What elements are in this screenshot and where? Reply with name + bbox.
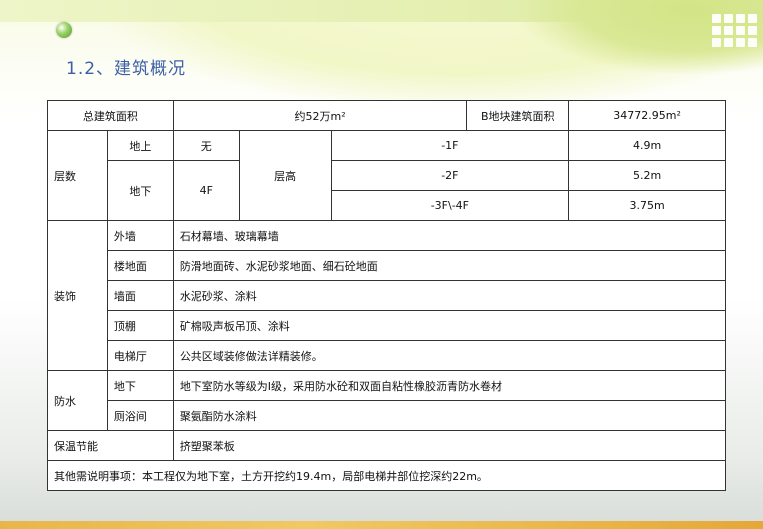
table-row: 电梯厅 公共区域装修做法详精装修。 [48, 340, 727, 371]
below-ground-value: 4F [172, 160, 240, 221]
table-row: 顶棚 矿棉吸声板吊顶、涂料 [48, 310, 727, 341]
b-area-value: 34772.95m² [568, 100, 726, 131]
bottom-bar [0, 521, 763, 529]
table-row: 总建筑面积 约52万m² B地块建筑面积 34772.95m² [47, 100, 726, 131]
total-area-label: 总建筑面积 [47, 100, 174, 131]
table-row: 地下 4F -2F 5.2m [48, 160, 726, 221]
table-row: 楼地面 防滑地面砖、水泥砂浆地面、细石砼地面 [48, 250, 727, 281]
decoration-desc: 矿棉吸声板吊顶、涂料 [172, 310, 727, 341]
table-row: 其他需说明事项：本工程仅为地下室，土方开挖约19.4m，局部电梯井部位挖深约22… [47, 460, 726, 491]
insulation-value: 挤塑聚苯板 [172, 430, 727, 461]
floor-level: -2F [330, 160, 570, 191]
green-ball-icon [56, 22, 72, 38]
floor-height-value: 3.75m [568, 190, 726, 221]
above-ground-label: 地上 [106, 130, 174, 161]
decoration-part: 楼地面 [106, 250, 174, 281]
floor-height-label: 层高 [238, 130, 332, 221]
decoration-part: 墙面 [106, 280, 174, 311]
waterproof-label: 防水 [47, 370, 108, 431]
waterproof-part: 厕浴间 [106, 400, 174, 431]
decoration-desc: 石材幕墙、玻璃幕墙 [172, 220, 727, 251]
building-overview-table: 总建筑面积 约52万m² B地块建筑面积 34772.95m² 层数 地上 无 … [47, 100, 727, 491]
waterproof-desc: 聚氨酯防水涂料 [172, 400, 727, 431]
decoration-part: 顶棚 [106, 310, 174, 341]
floor-height-value: 4.9m [568, 130, 726, 161]
table-row: 防水 地下 地下室防水等级为I级，采用防水砼和双面自粘性橡胶沥青防水卷材 [47, 370, 727, 431]
decoration-part: 电梯厅 [106, 340, 174, 371]
decoration-desc: 水泥砂浆、涂料 [172, 280, 727, 311]
floors-label: 层数 [47, 130, 108, 221]
floor-level: -3F\-4F [330, 190, 570, 221]
waterproof-part: 地下 [106, 370, 174, 401]
total-area-value: 约52万m² [172, 100, 468, 131]
table-row: 墙面 水泥砂浆、涂料 [48, 280, 727, 311]
decoration-desc: 防滑地面砖、水泥砂浆地面、细石砼地面 [172, 250, 727, 281]
decoration-part: 外墙 [106, 220, 174, 251]
waterproof-desc: 地下室防水等级为I级，采用防水砼和双面自粘性橡胶沥青防水卷材 [172, 370, 727, 401]
decoration-label: 装饰 [47, 220, 108, 371]
page-title: 1.2、建筑概况 [66, 59, 187, 79]
table-row: 装饰 外墙 石材幕墙、玻璃幕墙 [47, 220, 727, 371]
table-row: 厕浴间 聚氨酯防水涂料 [48, 400, 727, 431]
above-ground-value: 无 [172, 130, 240, 161]
b-area-label: B地块建筑面积 [466, 100, 570, 131]
notes-text: 其他需说明事项：本工程仅为地下室，土方开挖约19.4m，局部电梯井部位挖深约22… [47, 460, 726, 491]
table-row: 保温节能 挤塑聚苯板 [47, 430, 727, 461]
decoration-desc: 公共区域装修做法详精装修。 [172, 340, 727, 371]
floor-level: -1F [330, 130, 570, 161]
insulation-label: 保温节能 [47, 430, 174, 461]
floor-height-value: 5.2m [568, 160, 726, 191]
grid-logo-icon [712, 14, 757, 50]
below-ground-label: 地下 [106, 160, 174, 221]
table-row: 层数 地上 无 层高 -1F 4.9m [47, 130, 726, 221]
